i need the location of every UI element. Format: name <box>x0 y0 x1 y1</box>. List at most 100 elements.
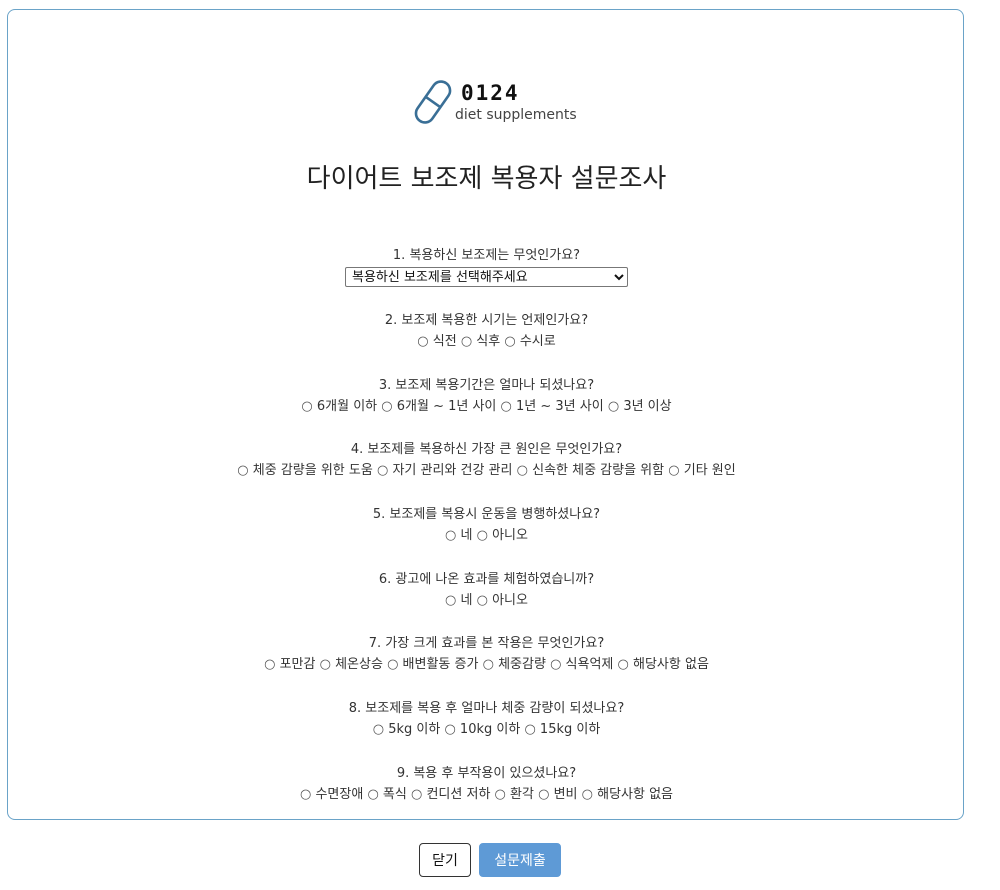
radio-circle-icon[interactable]: ○ <box>377 463 388 478</box>
radio-circle-icon[interactable]: ○ <box>301 399 312 414</box>
radio-option[interactable]: ○ 15kg 이하 <box>524 722 600 737</box>
radio-option-label: 체중감량 <box>498 657 546 672</box>
radio-option[interactable]: ○ 아니오 <box>477 593 528 608</box>
radio-option-label: 네 <box>460 593 473 608</box>
radio-option-label: 식전 <box>432 334 457 349</box>
radio-option-label: 식후 <box>476 334 501 349</box>
radio-option-label: 6개월 이하 <box>316 399 378 414</box>
question-2: 2. 보조제 복용한 시기는 언제인가요? ○ 식전 ○ 식후 ○ 수시로 <box>8 311 965 352</box>
survey-card: 0124 diet supplements 다이어트 보조제 복용자 설문조사 … <box>7 9 964 820</box>
question-label: 5. 보조제를 복용시 운동을 병행하셨나요? <box>372 507 601 522</box>
radio-circle-icon[interactable]: ○ <box>320 657 331 672</box>
question-1: 1. 복용하신 보조제는 무엇인가요? 복용하신 보조제를 선택해주세요 <box>8 246 965 288</box>
radio-circle-icon[interactable]: ○ <box>411 787 422 802</box>
radio-circle-icon[interactable]: ○ <box>417 334 428 349</box>
radio-circle-icon[interactable]: ○ <box>517 463 528 478</box>
radio-option[interactable]: ○ 변비 <box>538 787 577 802</box>
logo: 0124 diet supplements <box>411 76 611 128</box>
radio-option[interactable]: ○ 식욕억제 <box>550 657 613 672</box>
radio-option[interactable]: ○ 체중 감량을 위한 도움 <box>237 463 373 478</box>
supplement-select[interactable]: 복용하신 보조제를 선택해주세요 <box>345 267 628 287</box>
radio-circle-icon[interactable]: ○ <box>483 657 494 672</box>
radio-option-label: 식욕억제 <box>565 657 614 672</box>
radio-circle-icon[interactable]: ○ <box>618 657 629 672</box>
radio-option[interactable]: ○ 네 <box>445 528 472 543</box>
radio-option[interactable]: ○ 수시로 <box>504 334 555 349</box>
radio-option-label: 1년 ~ 3년 사이 <box>516 399 604 414</box>
radio-circle-icon[interactable]: ○ <box>495 787 506 802</box>
question-6: 6. 광고에 나온 효과를 체험하였습니까? ○ 네 ○ 아니오 <box>8 570 965 611</box>
question-label: 9. 복용 후 부작용이 있으셨나요? <box>396 766 577 781</box>
radio-option-label: 네 <box>460 528 473 543</box>
question-label: 2. 보조제 복용한 시기는 언제인가요? <box>384 313 589 328</box>
radio-option[interactable]: ○ 배변활동 증가 <box>387 657 478 672</box>
radio-option[interactable]: ○ 해당사항 없음 <box>618 657 709 672</box>
radio-option[interactable]: ○ 네 <box>445 593 472 608</box>
radio-circle-icon[interactable]: ○ <box>550 657 561 672</box>
radio-option[interactable]: ○ 식후 <box>461 334 500 349</box>
radio-option[interactable]: ○ 수면장애 <box>300 787 363 802</box>
radio-option-label: 컨디션 저하 <box>426 787 491 802</box>
question-3: 3. 보조제 복용기간은 얼마나 되셨나요? ○ 6개월 이하 ○ 6개월 ~ … <box>8 376 965 417</box>
question-label: 6. 광고에 나온 효과를 체험하였습니까? <box>378 572 595 587</box>
radio-circle-icon[interactable]: ○ <box>445 528 456 543</box>
radio-circle-icon[interactable]: ○ <box>387 657 398 672</box>
radio-circle-icon[interactable]: ○ <box>367 787 378 802</box>
radio-option-label: 배변활동 증가 <box>402 657 479 672</box>
option-group: ○ 네 ○ 아니오 <box>8 591 965 611</box>
question-label: 8. 보조제를 복용 후 얼마나 체중 감량이 되셨나요? <box>348 701 625 716</box>
radio-option[interactable]: ○ 5kg 이하 <box>373 722 441 737</box>
radio-circle-icon[interactable]: ○ <box>504 334 515 349</box>
option-group: ○ 6개월 이하 ○ 6개월 ~ 1년 사이 ○ 1년 ~ 3년 사이 ○ 3년… <box>8 397 965 417</box>
radio-circle-icon[interactable]: ○ <box>381 399 392 414</box>
question-5: 5. 보조제를 복용시 운동을 병행하셨나요? ○ 네 ○ 아니오 <box>8 505 965 546</box>
radio-option[interactable]: ○ 체중감량 <box>483 657 546 672</box>
radio-option[interactable]: ○ 6개월 ~ 1년 사이 <box>381 399 496 414</box>
radio-option[interactable]: ○ 환각 <box>495 787 534 802</box>
radio-circle-icon[interactable]: ○ <box>582 787 593 802</box>
radio-circle-icon[interactable]: ○ <box>237 463 248 478</box>
radio-option[interactable]: ○ 아니오 <box>477 528 528 543</box>
radio-option[interactable]: ○ 6개월 이하 <box>301 399 377 414</box>
radio-circle-icon[interactable]: ○ <box>477 528 488 543</box>
radio-option[interactable]: ○ 식전 <box>417 334 456 349</box>
radio-option[interactable]: ○ 포만감 <box>264 657 315 672</box>
close-button[interactable]: 닫기 <box>419 843 471 877</box>
button-bar: 닫기 설문제출 <box>419 843 579 879</box>
radio-circle-icon[interactable]: ○ <box>373 722 384 737</box>
option-group: ○ 네 ○ 아니오 <box>8 526 965 546</box>
capsule-icon <box>414 80 452 124</box>
radio-option-label: 체중 감량을 위한 도움 <box>252 463 373 478</box>
radio-option-label: 자기 관리와 건강 관리 <box>392 463 513 478</box>
radio-circle-icon[interactable]: ○ <box>501 399 512 414</box>
radio-circle-icon[interactable]: ○ <box>668 463 679 478</box>
page-title: 다이어트 보조제 복용자 설문조사 <box>306 164 667 194</box>
radio-circle-icon[interactable]: ○ <box>538 787 549 802</box>
radio-circle-icon[interactable]: ○ <box>524 722 535 737</box>
radio-circle-icon[interactable]: ○ <box>300 787 311 802</box>
radio-circle-icon[interactable]: ○ <box>264 657 275 672</box>
radio-option[interactable]: ○ 폭식 <box>367 787 406 802</box>
radio-option[interactable]: ○ 체온상승 <box>320 657 383 672</box>
radio-option-label: 해당사항 없음 <box>597 787 674 802</box>
radio-circle-icon[interactable]: ○ <box>445 593 456 608</box>
submit-survey-button[interactable]: 설문제출 <box>479 843 561 877</box>
radio-circle-icon[interactable]: ○ <box>477 593 488 608</box>
radio-circle-icon[interactable]: ○ <box>444 722 455 737</box>
radio-option[interactable]: ○ 신속한 체중 감량을 위함 <box>517 463 664 478</box>
question-8: 8. 보조제를 복용 후 얼마나 체중 감량이 되셨나요? ○ 5kg 이하 ○… <box>8 699 965 740</box>
radio-option-label: 6개월 ~ 1년 사이 <box>396 399 497 414</box>
radio-option-label: 10kg 이하 <box>459 722 521 737</box>
radio-option-label: 포만감 <box>279 657 316 672</box>
radio-option[interactable]: ○ 10kg 이하 <box>444 722 520 737</box>
radio-option[interactable]: ○ 기타 원인 <box>668 463 735 478</box>
radio-option[interactable]: ○ 1년 ~ 3년 사이 <box>501 399 604 414</box>
radio-option[interactable]: ○ 3년 이상 <box>608 399 672 414</box>
radio-option[interactable]: ○ 컨디션 저하 <box>411 787 490 802</box>
radio-option-label: 환각 <box>510 787 534 802</box>
radio-option[interactable]: ○ 해당사항 없음 <box>582 787 673 802</box>
radio-option[interactable]: ○ 자기 관리와 건강 관리 <box>377 463 513 478</box>
radio-circle-icon[interactable]: ○ <box>608 399 619 414</box>
radio-option-label: 3년 이상 <box>623 399 672 414</box>
radio-circle-icon[interactable]: ○ <box>461 334 472 349</box>
